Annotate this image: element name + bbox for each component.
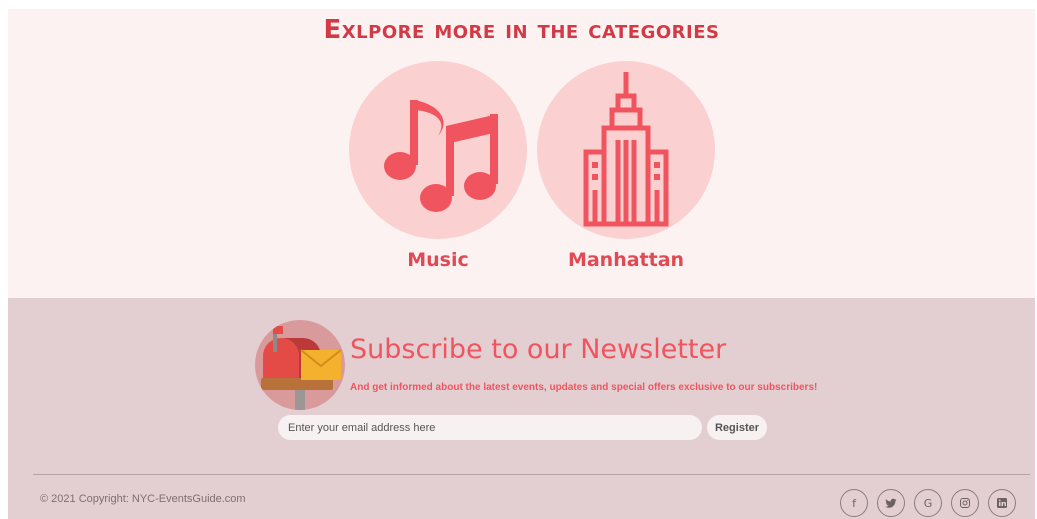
newsletter-title: Subscribe to our Newsletter <box>350 334 727 365</box>
music-notes-icon <box>384 100 498 212</box>
google-icon[interactable]: G <box>914 489 942 517</box>
category-label-music: Music <box>407 249 469 271</box>
mailbox-icon <box>255 320 345 410</box>
instagram-icon[interactable] <box>951 489 979 517</box>
copyright-text: © 2021 Copyright: NYC-EventsGuide.com <box>40 493 246 505</box>
twitter-icon[interactable] <box>877 489 905 517</box>
newsletter-subtitle: And get informed about the latest events… <box>350 382 818 393</box>
category-card-music[interactable]: Music <box>349 61 527 271</box>
linkedin-icon[interactable] <box>988 489 1016 517</box>
page: Exlpore more in the categories Music Man… <box>0 0 1037 519</box>
categories-section: Exlpore more in the categories Music Man… <box>8 9 1035 298</box>
category-circle-manhattan <box>537 61 715 239</box>
categories-title: Exlpore more in the categories <box>323 15 720 45</box>
social-links: f G <box>840 489 1016 517</box>
email-input[interactable] <box>278 415 702 440</box>
footer-divider <box>33 474 1030 475</box>
category-circle-music <box>349 61 527 239</box>
category-card-manhattan[interactable]: Manhattan <box>537 61 715 271</box>
facebook-icon[interactable]: f <box>840 489 868 517</box>
category-label-manhattan: Manhattan <box>567 249 685 271</box>
register-button[interactable]: Register <box>707 415 767 440</box>
empire-state-building-icon <box>583 72 669 227</box>
newsletter-section: Subscribe to our Newsletter And get info… <box>8 298 1035 519</box>
